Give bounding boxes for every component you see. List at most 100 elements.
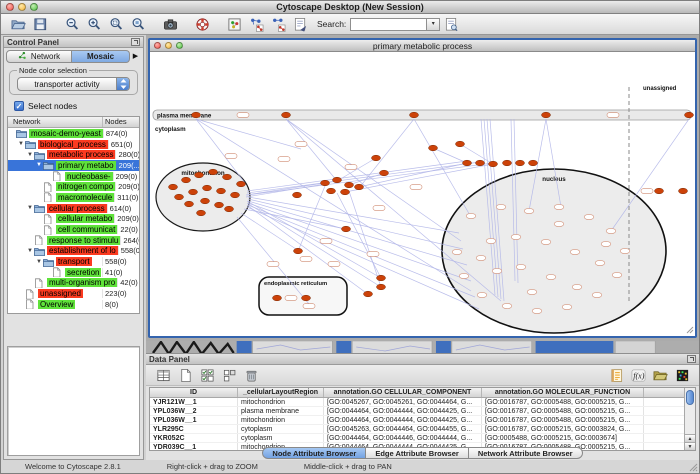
tab-edge-attribute-browser[interactable]: Edge Attribute Browser (366, 447, 468, 459)
search-dropdown-button[interactable]: ▾ (426, 18, 440, 31)
tree-row[interactable]: macromolecule311(0) (8, 192, 139, 203)
graph-node-selected[interactable] (209, 169, 218, 175)
graph-node[interactable] (511, 234, 521, 239)
graph-node-selected[interactable] (429, 145, 438, 151)
graph-node-label[interactable] (328, 262, 340, 267)
table-row[interactable]: YPL036W__2plasma membrane[GO:0044464, GO… (150, 407, 684, 416)
graph-node-selected[interactable] (182, 177, 191, 183)
graph-node-selected[interactable] (345, 182, 354, 188)
save-button[interactable] (29, 15, 51, 33)
zoom-out-button[interactable] (61, 15, 83, 33)
graph-node-selected[interactable] (197, 210, 206, 216)
attribute-table-button[interactable] (152, 366, 174, 384)
vizmapper-button[interactable] (223, 15, 245, 33)
table-row[interactable]: YLR295Ccytoplasm[GO:0045263, GO:0044464,… (150, 425, 684, 434)
graph-node-selected[interactable] (215, 202, 224, 208)
table-row[interactable]: YKR052Ccytoplasm[GO:0044464, GO:0044446,… (150, 434, 684, 443)
disclosure-triangle-icon[interactable]: ▼ (26, 205, 34, 211)
graph-node-selected[interactable] (175, 194, 184, 200)
graph-node[interactable] (486, 238, 496, 243)
graph-node-label[interactable] (237, 113, 249, 118)
graph-node-selected[interactable] (516, 160, 525, 166)
graph-node[interactable] (476, 255, 486, 260)
graph-node-selected[interactable] (327, 188, 336, 194)
column-header[interactable]: annotation.GO MOLECULAR_FUNCTION (482, 388, 644, 397)
graph-node[interactable] (562, 304, 572, 309)
tree-row[interactable]: multi-organism pro42(0) (8, 278, 139, 289)
graph-node-selected[interactable] (679, 188, 688, 194)
graph-node-selected[interactable] (195, 172, 204, 178)
tab-node-attribute-browser[interactable]: Node Attribute Browser (262, 447, 366, 459)
resize-grip-icon[interactable] (688, 462, 698, 472)
graph-node[interactable] (532, 308, 542, 313)
graph-node-selected[interactable] (169, 184, 178, 190)
network-window-resize-grip[interactable] (687, 327, 693, 333)
select-all-attributes-button[interactable] (196, 366, 218, 384)
birdseye-view-panel[interactable] (7, 346, 140, 456)
graph-node-label[interactable] (607, 113, 619, 118)
graph-node-label[interactable] (300, 257, 312, 262)
graph-node[interactable] (595, 260, 605, 265)
tree-row[interactable]: mosaic-demo-yeast874(0) (8, 128, 139, 139)
tab-mosaic[interactable]: Mosaic (72, 50, 130, 63)
tree-row[interactable]: nucleobase-209(0) (8, 171, 139, 182)
help-lifering-button[interactable] (191, 15, 213, 33)
column-header[interactable]: _cellularLayoutRegion (238, 388, 324, 397)
graph-node[interactable] (492, 268, 502, 273)
matrix-button[interactable] (671, 366, 693, 384)
graph-node-label[interactable] (367, 252, 379, 257)
tree-row[interactable]: ▼primary metabo209(... (8, 160, 139, 171)
graph-node-selected[interactable] (293, 192, 302, 198)
graph-node[interactable] (516, 264, 526, 269)
tree-row[interactable]: nitrogen compo209(0) (8, 181, 139, 192)
table-row[interactable]: YPL036W__1mitochondrion[GO:0044464, GO:0… (150, 416, 684, 425)
graph-node-label[interactable] (410, 185, 422, 190)
unselect-attributes-button[interactable] (218, 366, 240, 384)
graph-node[interactable] (466, 213, 476, 218)
column-header[interactable]: ID (150, 388, 238, 397)
layout-copy-button[interactable] (245, 15, 267, 33)
graph-node-selected[interactable] (203, 185, 212, 191)
graph-node-selected[interactable] (410, 112, 419, 118)
tree-row[interactable]: cell communicat22(0) (8, 224, 139, 235)
graph-node-selected[interactable] (189, 189, 198, 195)
graph-node[interactable] (554, 204, 564, 209)
graph-node-selected[interactable] (685, 112, 694, 118)
attribute-list-button[interactable] (605, 366, 627, 384)
node-color-dropdown[interactable]: transporter activity (17, 77, 130, 91)
graph-node-label[interactable] (278, 157, 290, 162)
graph-node-selected[interactable] (503, 160, 512, 166)
graph-node-selected[interactable] (333, 177, 342, 183)
graph-node-selected[interactable] (282, 112, 291, 118)
graph-node[interactable] (527, 289, 537, 294)
layout-move-button[interactable] (267, 15, 289, 33)
tree-row[interactable]: ▼cellular process614(0) (8, 203, 139, 214)
graph-node-selected[interactable] (302, 295, 311, 301)
tab-network-attribute-browser[interactable]: Network Attribute Browser (469, 447, 583, 459)
tree-row[interactable]: cellular metabo209(0) (8, 214, 139, 225)
select-nodes-checkbox[interactable]: ✓ (14, 101, 24, 111)
graph-node-selected[interactable] (231, 192, 240, 198)
scroll-up-button[interactable]: ▲ (685, 434, 695, 442)
graph-node-label[interactable] (320, 239, 332, 244)
tab-overflow-icon[interactable]: ▶ (130, 52, 141, 60)
search-input[interactable] (350, 18, 426, 31)
disclosure-triangle-icon[interactable]: ▼ (35, 162, 43, 168)
tree-row[interactable]: ▼metabolic process280(0) (8, 149, 139, 160)
graph-node[interactable] (572, 284, 582, 289)
snapshot-button[interactable] (159, 15, 181, 33)
graph-node[interactable] (459, 273, 469, 278)
tree-row[interactable]: ▼transport558(0) (8, 256, 139, 267)
graph-node-label[interactable] (225, 154, 237, 159)
column-header[interactable]: annotation.GO CELLULAR_COMPONENT (324, 388, 482, 397)
graph-node[interactable] (546, 274, 556, 279)
graph-node[interactable] (570, 249, 580, 254)
graph-node-selected[interactable] (364, 291, 373, 297)
network-graph[interactable]: plasma membranecytoplasmmitochondrionnuc… (150, 52, 695, 336)
graph-node[interactable] (502, 303, 512, 308)
disclosure-triangle-icon[interactable]: ▼ (17, 141, 25, 147)
zoom-in-button[interactable] (83, 15, 105, 33)
graph-node-selected[interactable] (217, 188, 226, 194)
delete-attribute-button[interactable] (240, 366, 262, 384)
table-scrollbar[interactable]: ▲ ▼ (684, 388, 695, 450)
